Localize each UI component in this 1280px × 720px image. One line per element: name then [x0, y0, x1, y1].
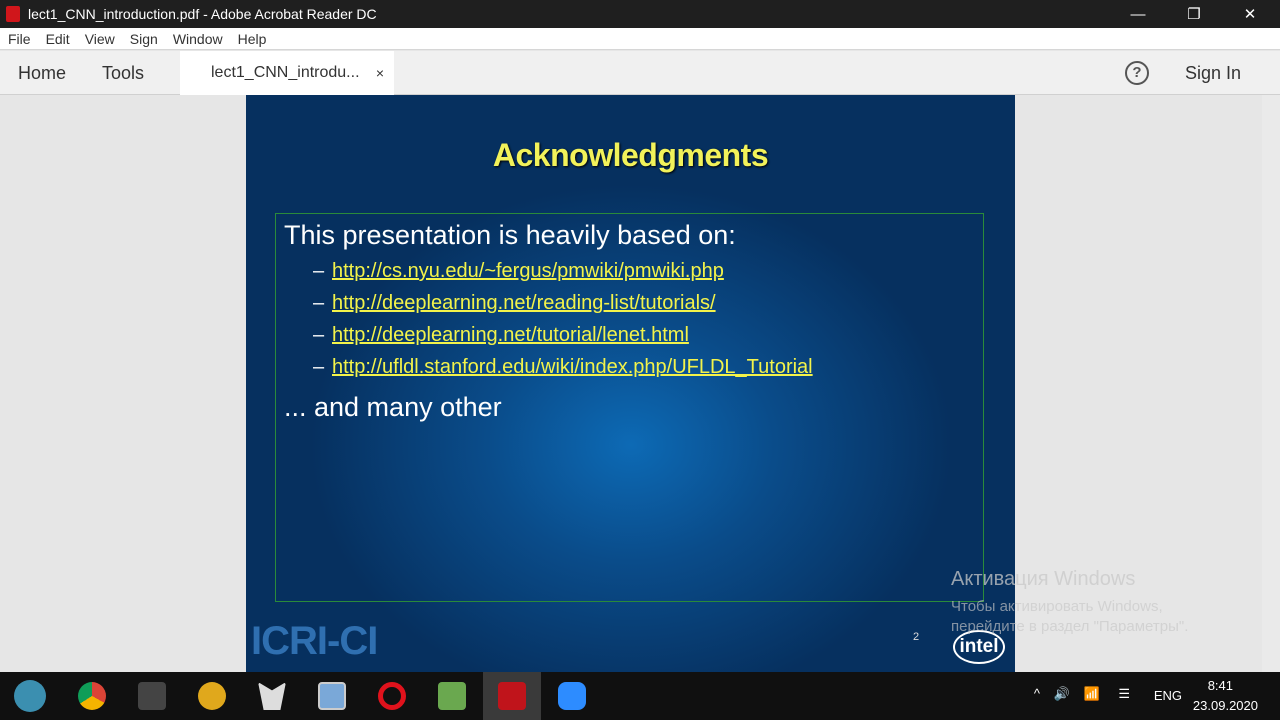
volume-icon[interactable]: 🔊: [1054, 686, 1070, 702]
tab-document-label: lect1_CNN_introdu...: [211, 64, 360, 81]
content-box: This presentation is heavily based on: –…: [275, 213, 984, 602]
bullet-dash: –: [313, 292, 325, 314]
vertical-scrollbar[interactable]: [1262, 95, 1280, 672]
notification-icon[interactable]: ☰: [1118, 686, 1130, 702]
tab-home[interactable]: Home: [18, 51, 66, 95]
fox-app-icon[interactable]: [258, 682, 286, 710]
bullet-dash: –: [313, 324, 325, 346]
menu-bar: File Edit View Sign Window Help: [0, 28, 1280, 50]
menu-edit[interactable]: Edit: [46, 31, 70, 47]
taskbar: ^ 🔊 📶 ☰ ENG 8:41 23.09.2020: [0, 672, 1280, 720]
acrobat-icon: [6, 6, 20, 22]
menu-file[interactable]: File: [8, 31, 31, 47]
activation-watermark-title: Активация Windows: [951, 568, 1136, 590]
link-1[interactable]: http://cs.nyu.edu/~fergus/pmwiki/pmwiki.…: [332, 260, 724, 283]
link-4[interactable]: http://ufldl.stanford.edu/wiki/index.php…: [332, 356, 813, 379]
document-viewer: Acknowledgments This presentation is hea…: [0, 95, 1280, 672]
network-icon[interactable]: 📶: [1084, 686, 1100, 702]
acrobat-taskbar-icon: [498, 682, 526, 710]
menu-window[interactable]: Window: [173, 31, 223, 47]
help-icon[interactable]: ?: [1125, 61, 1149, 85]
acrobat-taskbar-active[interactable]: [483, 672, 541, 720]
notepad-icon[interactable]: [438, 682, 466, 710]
start-button[interactable]: [14, 680, 46, 712]
clock-date[interactable]: 23.09.2020: [1193, 698, 1258, 713]
opera-icon[interactable]: [378, 682, 406, 710]
pdf-page: Acknowledgments This presentation is hea…: [246, 95, 1015, 672]
clock-time[interactable]: 8:41: [1208, 678, 1233, 693]
close-button[interactable]: ✕: [1222, 0, 1278, 28]
closing-text: ... and many other: [284, 392, 502, 422]
show-hidden-icons[interactable]: ^: [1034, 686, 1040, 701]
lead-text: This presentation is heavily based on:: [284, 220, 736, 250]
tab-bar: Home Tools lect1_CNN_introdu... × ? Sign…: [0, 51, 1280, 95]
language-indicator[interactable]: ENG: [1154, 688, 1182, 703]
sign-in-button[interactable]: Sign In: [1185, 51, 1241, 95]
menu-view[interactable]: View: [85, 31, 115, 47]
restore-button[interactable]: ❐: [1166, 0, 1222, 28]
close-tab-icon[interactable]: ×: [376, 51, 384, 95]
icri-ci-logo: ICRI-CI: [251, 619, 378, 663]
activation-watermark-text: Чтобы активировать Windows, перейдите в …: [951, 598, 1189, 635]
menu-sign[interactable]: Sign: [130, 31, 158, 47]
tab-document[interactable]: lect1_CNN_introdu... ×: [180, 51, 394, 95]
window-title: lect1_CNN_introduction.pdf - Adobe Acrob…: [28, 6, 377, 22]
link-2[interactable]: http://deeplearning.net/reading-list/tut…: [332, 292, 716, 315]
bullet-dash: –: [313, 260, 325, 282]
zoom-icon[interactable]: [558, 682, 586, 710]
page-number: 2: [913, 631, 920, 643]
slide-title: Acknowledgments: [492, 137, 769, 173]
chrome-icon[interactable]: [78, 682, 106, 710]
app-icon[interactable]: [198, 682, 226, 710]
explorer-icon[interactable]: [318, 682, 346, 710]
menu-help[interactable]: Help: [238, 31, 267, 47]
minimize-button[interactable]: —: [1110, 0, 1166, 28]
link-3[interactable]: http://deeplearning.net/tutorial/lenet.h…: [332, 324, 689, 347]
security-app-icon[interactable]: [138, 682, 166, 710]
tab-tools[interactable]: Tools: [102, 51, 144, 95]
bullet-dash: –: [313, 356, 325, 378]
title-bar: lect1_CNN_introduction.pdf - Adobe Acrob…: [0, 0, 1280, 28]
